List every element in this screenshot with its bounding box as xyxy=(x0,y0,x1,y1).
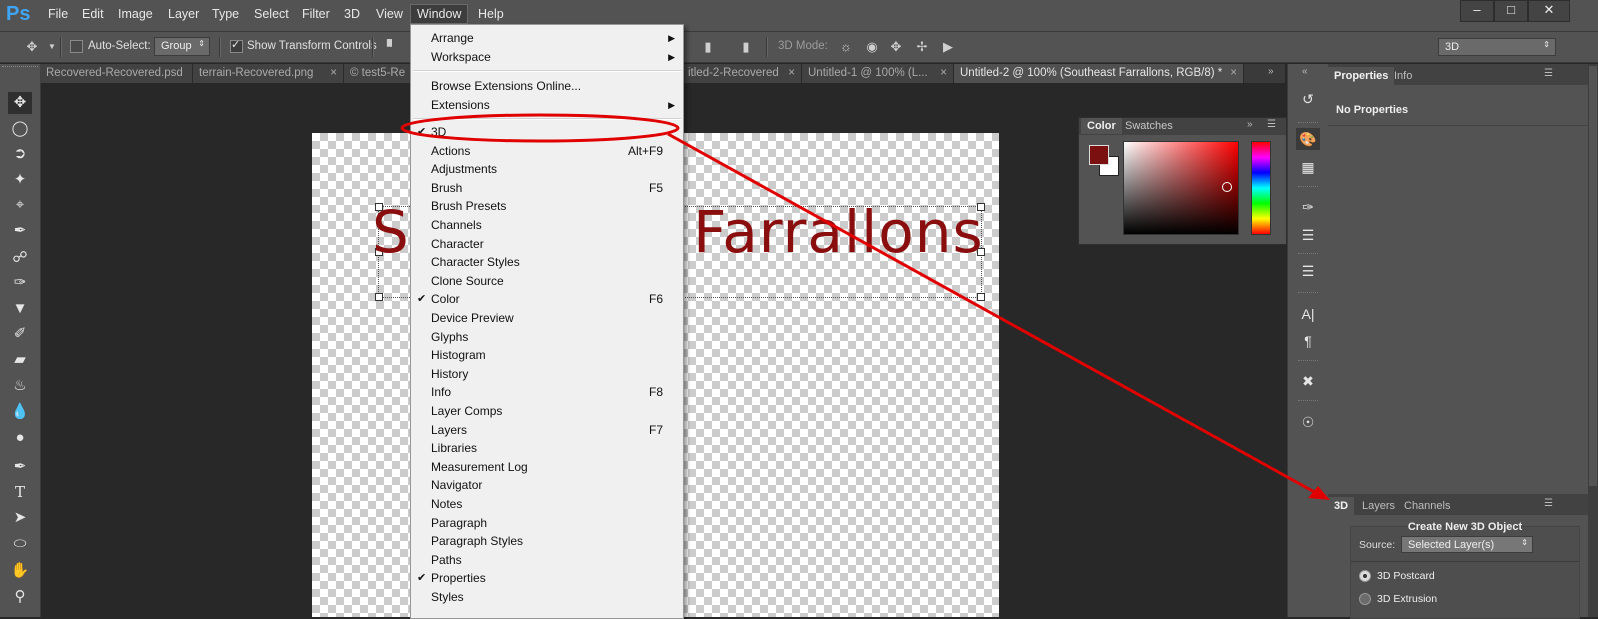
annotation-ellipse xyxy=(400,113,680,143)
annotation-arrowhead xyxy=(1308,486,1330,500)
annotation-arrow-line xyxy=(667,132,1319,496)
annotation-overlay xyxy=(400,113,1330,500)
